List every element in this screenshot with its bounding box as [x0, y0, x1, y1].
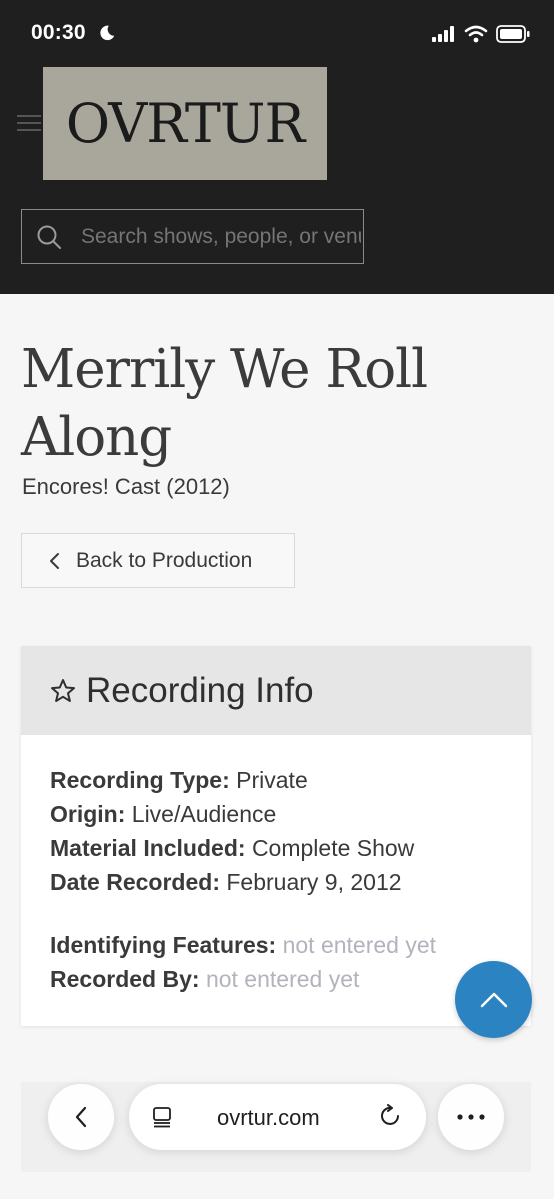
status-bar: 00:30 [0, 0, 554, 60]
star-icon [51, 678, 75, 702]
page-subtitle: Encores! Cast (2012) [22, 474, 230, 499]
chevron-up-icon [480, 992, 507, 1007]
moon-icon [100, 25, 115, 41]
recording-info-title: Recording Info [86, 670, 314, 710]
reload-icon[interactable] [379, 1104, 403, 1130]
info-value: Live/Audience [131, 801, 277, 827]
info-value: Complete Show [251, 835, 415, 861]
logo-text: OVRTUR [65, 92, 305, 155]
info-value: February 9, 2012 [226, 869, 402, 895]
menu-icon[interactable] [17, 115, 41, 131]
more-icon [457, 1114, 485, 1120]
info-row-date: Date Recorded: February 9, 2012 [50, 865, 402, 899]
more-options-button[interactable] [438, 1084, 504, 1150]
address-bar[interactable]: ovrtur.com [129, 1084, 426, 1150]
back-button-label: Back to Production [76, 548, 253, 572]
info-label: Recording Type: [50, 767, 230, 793]
info-label: Recorded By: [50, 966, 200, 992]
tabs-icon [153, 1107, 171, 1128]
search-input[interactable] [79, 223, 363, 250]
search-box[interactable] [21, 209, 364, 264]
info-label: Origin: [50, 801, 126, 827]
back-to-production-button[interactable]: Back to Production [21, 533, 295, 588]
info-row-origin: Origin: Live/Audience [50, 797, 276, 831]
info-value: Private [236, 767, 308, 793]
info-row-recorded-by: Recorded By: not entered yet [50, 962, 359, 996]
site-header: OVRTUR [0, 60, 554, 294]
chevron-left-icon [75, 1106, 87, 1128]
info-row-recording-type: Recording Type: Private [50, 763, 308, 797]
info-row-material: Material Included: Complete Show [50, 831, 414, 865]
status-icons [432, 24, 530, 44]
browser-back-button[interactable] [48, 1084, 114, 1150]
info-label: Material Included: [50, 835, 246, 861]
info-row-identifying-features: Identifying Features: not entered yet [50, 928, 436, 962]
recording-info-card: Recording Info Recording Type: Private O… [21, 646, 531, 1026]
signal-icon [432, 26, 454, 42]
info-value: not entered yet [205, 966, 360, 992]
info-label: Identifying Features: [50, 932, 277, 958]
scroll-to-top-button[interactable] [455, 961, 532, 1038]
battery-icon [496, 25, 530, 43]
url-text: ovrtur.com [217, 1105, 320, 1130]
site-logo[interactable]: OVRTUR [43, 67, 327, 180]
search-icon [37, 225, 61, 249]
status-time: 00:30 [31, 21, 86, 44]
info-label: Date Recorded: [50, 869, 220, 895]
page-title: Merrily We Roll Along [21, 339, 428, 468]
info-value: not entered yet [282, 932, 437, 958]
chevron-left-icon [50, 552, 59, 569]
wifi-icon [464, 25, 488, 43]
recording-info-header: Recording Info [21, 646, 531, 735]
